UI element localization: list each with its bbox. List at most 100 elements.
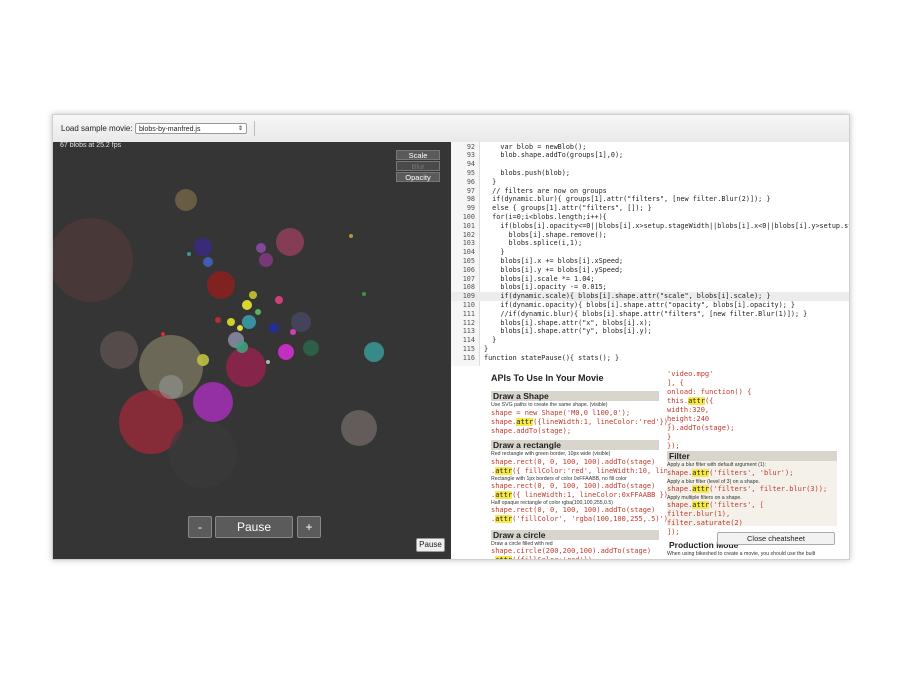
movie-select-value: blobs-by-manfred.js <box>139 126 201 133</box>
code-text: if(blobs[i].opacity<=0||blobs[i].x>setup… <box>484 221 849 230</box>
blob <box>269 323 279 333</box>
blob <box>236 341 248 353</box>
blob <box>215 317 221 323</box>
blob <box>100 331 138 369</box>
app-window: Load sample movie: blobs-by-manfred.js ⇕ <box>52 114 850 560</box>
video-code-line: height:240 <box>667 415 710 423</box>
code-line: 110 if(dynamic.opacity){ blobs[i].shape.… <box>451 301 849 310</box>
movie-select[interactable]: blobs-by-manfred.js ⇕ <box>135 123 247 134</box>
blob <box>276 228 304 256</box>
draw-rect-desc-1: Red rectangle with green border, 10px wi… <box>491 451 611 457</box>
fps-counter: 67 blobs at 25.2 fps <box>60 142 122 149</box>
draw-shape-desc: Use SVG paths to create the same shape. … <box>491 402 608 408</box>
draw-shape-code-line: shape.attr({lineWidth:1, lineColor:'red'… <box>491 418 673 426</box>
video-code-line: width:320, <box>667 406 710 414</box>
blob <box>53 218 133 302</box>
blob <box>266 360 270 364</box>
line-number: 116 <box>462 353 475 362</box>
line-number: 95 <box>466 168 475 177</box>
blob <box>187 252 191 256</box>
code-line: 113 blobs[i].shape.attr("y", blobs[i].y)… <box>451 327 849 336</box>
code-line: 109 if(dynamic.scale){ blobs[i].shape.at… <box>451 292 849 301</box>
code-line: 111 //if(dynamic.blur){ blobs[i].shape.a… <box>451 310 849 319</box>
blob <box>169 420 237 488</box>
line-number: 114 <box>462 336 475 345</box>
line-number: 109 <box>462 292 475 301</box>
blob <box>349 234 353 238</box>
video-code-line: this.attr({ <box>667 397 714 405</box>
line-number: 99 <box>466 204 475 213</box>
filter-code-line: shape.attr('filters', 'blur'); <box>667 469 794 477</box>
pause-button[interactable]: Pause <box>215 516 293 538</box>
line-number: 93 <box>466 151 475 160</box>
code-text: blobs[i].y += blobs[i].ySpeed; <box>484 265 624 274</box>
movie-stage[interactable]: 67 blobs at 25.2 fps Scale Blur Opacity … <box>53 142 451 559</box>
blob <box>259 253 273 267</box>
code-text: } <box>484 344 489 353</box>
line-number: 96 <box>466 177 475 186</box>
line-number: 103 <box>462 239 475 248</box>
line-number: 102 <box>462 230 475 239</box>
blur-toggle[interactable]: Blur <box>396 161 440 171</box>
draw-shape-code-line: shape.addTo(stage); <box>491 427 572 435</box>
draw-rect-code-line: .attr('fillColor', 'rgba(100,100,255,.5)… <box>491 515 669 523</box>
blob <box>290 329 296 335</box>
line-number: 108 <box>462 283 475 292</box>
code-text: blobs[i].shape.attr("y", blobs[i].y); <box>484 327 652 336</box>
code-text: blobs[i].shape.remove(); <box>484 230 607 239</box>
video-code-line: } <box>667 433 672 441</box>
code-line: 99 else { groups[1].attr("filters", []);… <box>451 204 849 213</box>
blob <box>255 309 261 315</box>
code-line: 116 function statePause(){ stats(); } <box>451 354 849 363</box>
code-text: blobs[i].opacity -= 0.015; <box>484 283 607 292</box>
code-text: if(dynamic.blur){ groups[1].attr("filter… <box>484 195 771 204</box>
code-text: blobs[i].scale *= 1.04; <box>484 274 595 283</box>
code-line: 105 blobs[i].x += blobs[i].xSpeed; <box>451 257 849 266</box>
line-number: 115 <box>462 344 475 353</box>
code-editor[interactable]: 92 var blob = newBlob(); 93 blob.shape.ad… <box>451 142 849 366</box>
code-text: if(dynamic.opacity){ blobs[i].shape.attr… <box>484 300 795 309</box>
minus-button[interactable]: - <box>188 516 212 538</box>
code-text: if(dynamic.scale){ blobs[i].shape.attr("… <box>484 292 771 301</box>
code-text: for(i=0;i<blobs.length;i++){ <box>484 212 607 221</box>
code-text: } <box>484 336 497 345</box>
draw-rect-code-line: shape.rect(0, 0, 100, 100).addTo(stage) <box>491 458 656 466</box>
code-line: 107 blobs[i].scale *= 1.04; <box>451 275 849 284</box>
video-code-line: 'video.mpg' <box>667 370 714 378</box>
small-pause-button[interactable]: Pause <box>416 538 445 552</box>
draw-rect-code-line: .attr({ fillColor:'red', lineWidth:10, l… <box>491 467 669 475</box>
code-line: 95 blobs.push(blob); <box>451 169 849 178</box>
code-line: 92 var blob = newBlob(); <box>451 143 849 152</box>
draw-rect-heading: Draw a rectangle <box>491 440 659 450</box>
scale-toggle[interactable]: Scale <box>396 150 440 160</box>
code-line: 102 blobs[i].shape.remove(); <box>451 231 849 240</box>
line-number: 104 <box>462 248 475 257</box>
code-line: 94 <box>451 160 849 169</box>
blob <box>226 347 266 387</box>
draw-rect-code-line: .attr({ lineWidth:1, lineColor:0xFFAABB … <box>491 491 669 499</box>
code-text: blob.shape.addTo(groups[1],0); <box>484 151 624 160</box>
code-text: // filters are now on groups <box>484 186 607 195</box>
line-number: 105 <box>462 256 475 265</box>
video-code-line: }); <box>667 442 680 450</box>
load-movie-label: Load sample movie: <box>61 124 133 133</box>
video-code-line: ], { <box>667 379 684 387</box>
code-text: blobs.push(blob); <box>484 168 570 177</box>
plus-button[interactable]: + <box>297 516 321 538</box>
line-number: 97 <box>466 186 475 195</box>
video-code-line: onload: function() { <box>667 388 752 396</box>
blob <box>362 292 366 296</box>
filter-code-line: filter.blur(1), <box>667 510 731 518</box>
code-line: 93 blob.shape.addTo(groups[1],0); <box>451 151 849 160</box>
close-cheatsheet-button[interactable]: Close cheatsheet <box>717 532 835 545</box>
code-line: 106 blobs[i].y += blobs[i].ySpeed; <box>451 266 849 275</box>
opacity-toggle[interactable]: Opacity <box>396 172 440 182</box>
filter-code-line: ]); <box>667 528 680 536</box>
blob <box>193 382 233 422</box>
filter-desc-1: Apply a blur filter with default argumen… <box>667 462 766 468</box>
blob <box>175 189 197 211</box>
cheatsheet-panel: APIs To Use In Your Movie Draw a Shape U… <box>451 366 849 559</box>
line-number: 94 <box>466 160 475 169</box>
blob-canvas <box>53 189 384 488</box>
blob <box>275 296 283 304</box>
